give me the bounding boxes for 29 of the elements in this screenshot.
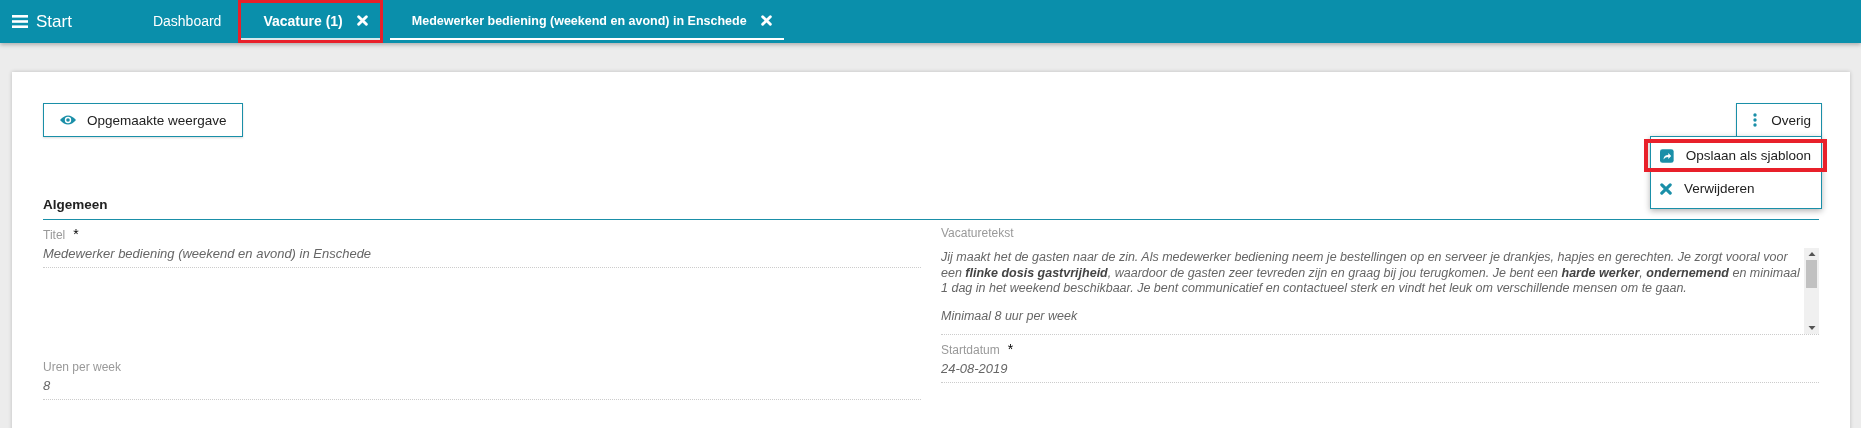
date-field[interactable]: 24-08-2019	[941, 357, 1819, 383]
field-label: Uren per week	[43, 360, 122, 374]
required-mark: *	[1007, 341, 1014, 357]
close-icon[interactable]	[760, 15, 772, 26]
formatted-view-button[interactable]: Opgemaakte weergave	[43, 103, 243, 137]
scrollbar-thumb[interactable]	[1806, 260, 1817, 288]
close-icon	[1660, 182, 1672, 195]
menu-item[interactable]: Opslaan als sjabloon	[1648, 143, 1823, 168]
field-label: Vacaturetekst	[941, 226, 1014, 240]
tab[interactable]: Vacature (1)	[241, 3, 380, 40]
paragraph: Jij maakt het de gasten naar de zin. Als medewerker bediening neem je bestellingen op en serveer je drankjes, hapjes en gerechten. Je zorgt vooral voor een flinke dosis gastvrijheid, waardoor de gasten zeer tevreden zijn en graag bij jou terugkomen. Je bent een harde werker, ondernemend en minimaal 1 dag in het weekend beschikbaar. Je bent communicatief en contactueel sterk en vindt het leuk om verschillende mensen om te gaan.	[941, 250, 1801, 297]
eye-icon	[59, 114, 77, 126]
text-field[interactable]: 8	[43, 374, 921, 400]
more-icon	[1753, 113, 1758, 127]
text-field[interactable]: Medewerker bediening (weekend en avond) in Enschede	[43, 242, 921, 268]
close-icon[interactable]	[356, 15, 368, 26]
tab[interactable]: Medewerker bediening (weekend en avond) in Enschede	[389, 3, 784, 40]
required-mark: *	[73, 226, 79, 242]
text-area[interactable]	[941, 248, 1819, 335]
more-button[interactable]: Overig	[1736, 103, 1822, 137]
share-icon	[1660, 148, 1674, 163]
field-label: Startdatum	[941, 343, 1000, 357]
menu-icon	[12, 15, 28, 28]
scrollbar[interactable]	[1804, 248, 1819, 334]
start-menu-button[interactable]: Start	[0, 0, 84, 43]
field-label: Titel	[43, 228, 66, 242]
paragraph: Minimaal 8 uur per week	[941, 308, 1079, 324]
tab[interactable]: Dashboard	[142, 3, 232, 40]
section-title: Algemeen	[43, 197, 1819, 220]
